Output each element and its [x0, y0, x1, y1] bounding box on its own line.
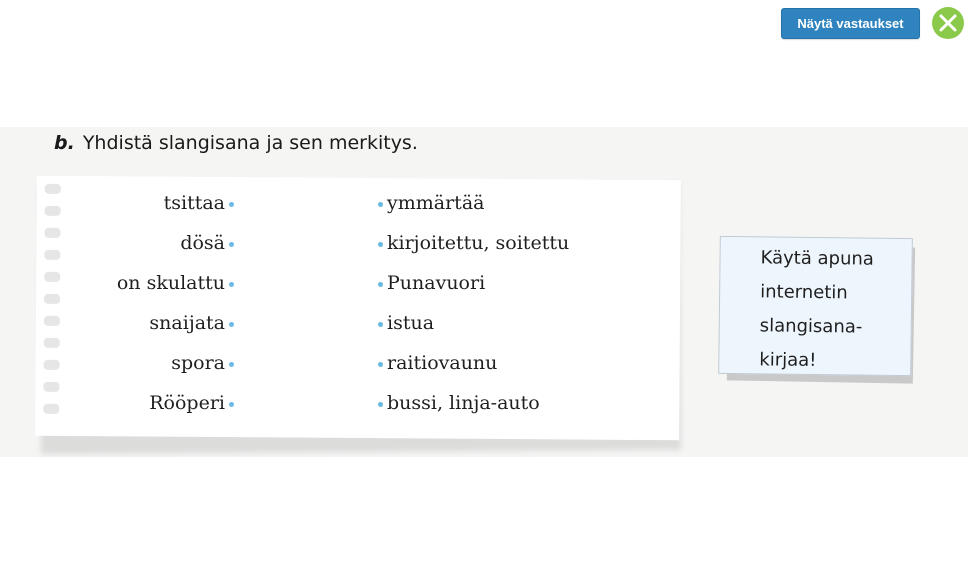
connect-dot[interactable] [378, 361, 383, 367]
hint-note-text: Käytä apuna internetin slangisana- kirja… [759, 241, 911, 379]
left-item-label: snaijata [149, 312, 225, 334]
left-item[interactable]: dösä [180, 232, 234, 254]
left-item[interactable]: spora [171, 352, 234, 374]
right-item[interactable]: raitiovaunu [378, 352, 497, 374]
right-item-label: Punavuori [387, 272, 486, 294]
task-instruction: Yhdistä slangisana ja sen merkitys. [82, 132, 418, 154]
close-button[interactable] [932, 7, 964, 39]
connect-dot[interactable] [378, 281, 383, 287]
left-item-label: spora [171, 352, 225, 374]
hint-note-line: slangisana- [759, 315, 863, 338]
task-heading: b. Yhdistä slangisana ja sen merkitys. [54, 132, 418, 154]
left-item[interactable]: on skulattu [117, 272, 234, 294]
connect-dot[interactable] [229, 321, 234, 327]
left-item-label: dösä [180, 232, 225, 254]
task-letter: b. [54, 132, 75, 154]
hint-note-line: internetin [760, 281, 848, 304]
left-item-label: Rööperi [149, 392, 225, 414]
connect-dot[interactable] [229, 281, 234, 287]
right-item-label: raitiovaunu [387, 352, 498, 374]
connect-dot[interactable] [378, 201, 383, 207]
hint-note-line: Käytä apuna [760, 247, 875, 270]
left-item-label: on skulattu [116, 272, 225, 294]
right-item[interactable]: kirjoitettu, soitettu [378, 232, 569, 254]
left-item-label: tsittaa [163, 192, 225, 214]
right-item-label: kirjoitettu, soitettu [387, 232, 570, 254]
connect-dot[interactable] [229, 401, 234, 407]
torn-edge-decoration [43, 183, 61, 414]
right-item[interactable]: istua [378, 312, 434, 334]
connect-dot[interactable] [378, 241, 383, 247]
left-item[interactable]: Rööperi [149, 392, 234, 414]
connect-dot[interactable] [378, 401, 383, 407]
show-answers-button[interactable]: Näytä vastaukset [781, 8, 920, 39]
hint-note: Käytä apuna internetin slangisana- kirja… [718, 235, 913, 379]
left-item[interactable]: tsittaa [164, 192, 234, 214]
left-item[interactable]: snaijata [149, 312, 234, 334]
right-item[interactable]: Punavuori [378, 272, 485, 294]
connect-dot[interactable] [378, 321, 383, 327]
right-item-label: bussi, linja-auto [387, 392, 540, 414]
matching-paper [35, 175, 681, 441]
right-item[interactable]: ymmärtää [378, 192, 484, 214]
right-item-label: ymmärtää [387, 192, 485, 214]
connect-dot[interactable] [229, 201, 234, 207]
connect-dot[interactable] [229, 361, 234, 367]
close-x-icon [939, 14, 957, 32]
right-item[interactable]: bussi, linja-auto [378, 392, 540, 414]
hint-note-line: kirjaa! [759, 349, 817, 372]
connect-dot[interactable] [229, 241, 234, 247]
right-item-label: istua [387, 312, 435, 334]
